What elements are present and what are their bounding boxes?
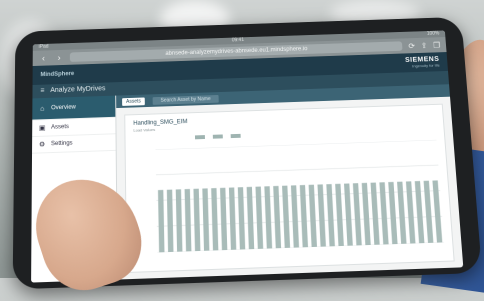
asset-search-input[interactable]: Search Asset by Name bbox=[152, 94, 219, 105]
chart-card: Handling_SMG_EIM Load Values bbox=[124, 103, 455, 274]
forward-button[interactable]: › bbox=[54, 53, 64, 63]
chart-bar bbox=[202, 188, 210, 251]
chart-bar bbox=[432, 180, 443, 243]
main-panel: Assets Search Asset by Name Handling_SMG… bbox=[116, 84, 463, 279]
legend-swatch bbox=[230, 133, 243, 139]
chart-bar bbox=[379, 182, 389, 245]
status-left: iPad bbox=[38, 43, 49, 50]
tabs-icon[interactable]: ❐ bbox=[433, 40, 441, 49]
chart-bar bbox=[264, 186, 273, 249]
chart-bar bbox=[228, 187, 237, 250]
chart-bar bbox=[193, 188, 201, 252]
chart-bar bbox=[166, 189, 174, 253]
legend-swatch bbox=[212, 133, 225, 139]
menu-icon[interactable]: ≡ bbox=[40, 85, 44, 99]
battery-status: 100% bbox=[426, 30, 440, 37]
chart-subtitle: Load Values bbox=[133, 127, 156, 133]
sidebar-item-overview[interactable]: ⌂ Overview bbox=[32, 95, 116, 121]
chart-gridline bbox=[155, 165, 440, 176]
asset-icon: ▣ bbox=[38, 124, 46, 133]
tab-assets[interactable]: Assets bbox=[122, 96, 145, 106]
status-time: 09:41 bbox=[231, 37, 245, 44]
chart-bar bbox=[344, 183, 353, 246]
chart-bar bbox=[397, 181, 407, 244]
reload-icon[interactable]: ⟳ bbox=[408, 41, 415, 50]
chart-bar bbox=[290, 185, 300, 248]
chart-title: Handling_SMG_EIM bbox=[133, 119, 188, 127]
chart-gridline bbox=[155, 140, 436, 150]
sidebar-item-label: Overview bbox=[51, 104, 76, 112]
chart-bar bbox=[184, 188, 192, 252]
home-icon: ⌂ bbox=[40, 105, 45, 113]
sidebar-item-label: Settings bbox=[50, 140, 73, 148]
chart-bar bbox=[352, 183, 362, 246]
chart-bar bbox=[157, 189, 165, 253]
mindsphere-logo: MindSphere bbox=[40, 71, 75, 79]
chart-bar bbox=[255, 186, 264, 249]
gear-icon: ⚙ bbox=[38, 141, 46, 149]
chart-bar bbox=[175, 189, 183, 252]
chart-bar bbox=[299, 185, 309, 248]
chart-bar bbox=[388, 181, 398, 245]
legend-swatch bbox=[194, 134, 207, 140]
chart-bar bbox=[335, 183, 344, 247]
sidebar-item-settings[interactable]: ⚙ Settings bbox=[32, 134, 116, 154]
chart-bar bbox=[282, 185, 291, 248]
share-icon[interactable]: ⇪ bbox=[420, 41, 427, 50]
chart-bar bbox=[237, 187, 246, 250]
chart-bar bbox=[370, 182, 380, 245]
chart-bar bbox=[414, 181, 425, 244]
chart-bar bbox=[246, 186, 255, 250]
chart-bar bbox=[423, 180, 434, 243]
chart-bar bbox=[326, 184, 335, 247]
chart-bar bbox=[273, 185, 282, 249]
sidebar-item-label: Assets bbox=[51, 124, 69, 131]
chart-bar bbox=[308, 184, 317, 248]
siemens-logo: SIEMENS Ingenuity for life bbox=[405, 56, 440, 68]
chart-bar bbox=[361, 182, 371, 246]
chart-bar bbox=[211, 188, 219, 251]
chart-legend bbox=[194, 133, 243, 140]
bar-chart-svg bbox=[155, 140, 444, 253]
bar-chart bbox=[155, 140, 444, 253]
chart-bar bbox=[317, 184, 326, 247]
back-button[interactable]: ‹ bbox=[39, 53, 49, 63]
chart-bar bbox=[405, 181, 416, 244]
chart-bar bbox=[220, 187, 228, 251]
